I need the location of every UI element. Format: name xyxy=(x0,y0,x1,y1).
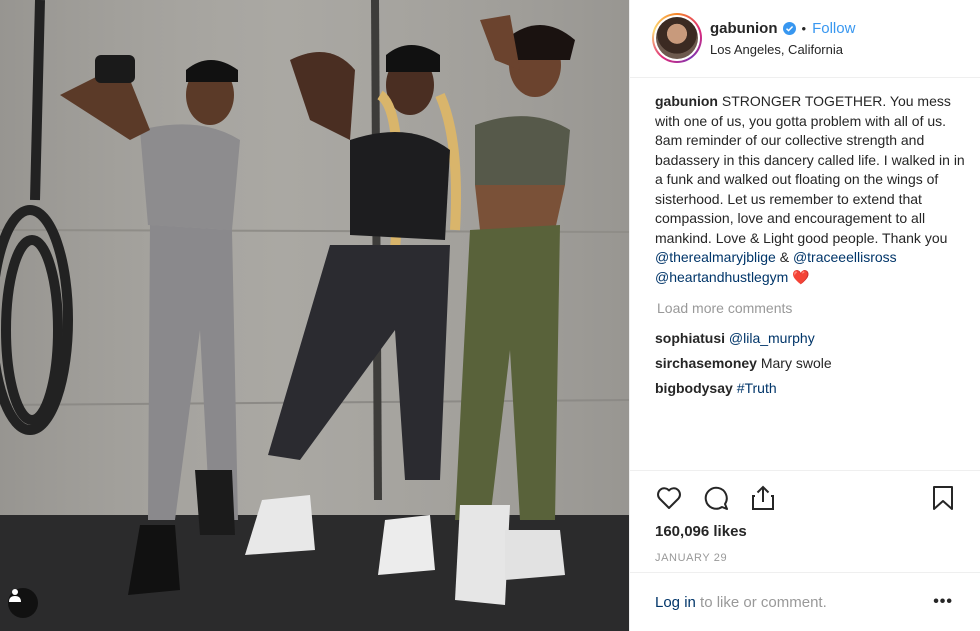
caption-username[interactable]: gabunion xyxy=(655,93,718,109)
location-link[interactable]: Los Angeles, California xyxy=(710,42,843,57)
user-tag-icon[interactable] xyxy=(8,588,38,618)
caption-amp: & xyxy=(775,249,793,265)
caption-text: STRONGER TOGETHER. You mess with one of … xyxy=(655,93,965,246)
mention-link[interactable]: @traceeellisross xyxy=(793,249,897,265)
person-glyph xyxy=(9,589,21,602)
comment-text[interactable]: #Truth xyxy=(737,380,777,396)
mention-link[interactable]: @therealmaryjblige xyxy=(655,249,776,265)
username-link[interactable]: gabunion xyxy=(710,20,778,37)
caption: gabunion STRONGER TOGETHER. You mess wit… xyxy=(655,92,965,287)
share-icon[interactable] xyxy=(749,484,777,512)
comment-username[interactable]: bigbodysay xyxy=(655,380,733,396)
follow-button[interactable]: Follow xyxy=(812,20,855,37)
more-options-button[interactable]: ••• xyxy=(933,593,953,611)
separator-dot: • xyxy=(801,21,807,36)
comment-text: Mary swole xyxy=(760,355,832,371)
login-link[interactable]: Log in xyxy=(655,594,696,611)
action-icons xyxy=(655,484,796,512)
post-photo[interactable] xyxy=(0,0,629,631)
photo-illustration xyxy=(0,0,629,631)
comment-item: sophiatusi @lila_murphy xyxy=(655,330,965,346)
avatar[interactable] xyxy=(652,13,702,63)
comment-item: bigbodysay #Truth xyxy=(655,380,965,396)
verified-badge-icon xyxy=(782,22,796,35)
bookmark-icon[interactable] xyxy=(930,484,956,512)
login-text: to like or comment. xyxy=(695,594,827,611)
comment-text[interactable]: @lila_murphy xyxy=(729,330,815,346)
heart-icon[interactable] xyxy=(655,484,683,512)
mention-link[interactable]: @heartandhustlegym xyxy=(655,269,788,285)
comments-section: gabunion STRONGER TOGETHER. You mess wit… xyxy=(655,92,965,396)
comment-username[interactable]: sirchasemoney xyxy=(655,355,757,371)
post-date: JANUARY 29 xyxy=(655,552,728,564)
post-side-panel: gabunion • Follow Los Angeles, Californi… xyxy=(629,0,980,631)
likes-count[interactable]: 160,096 likes xyxy=(655,523,747,540)
username-row: gabunion • Follow xyxy=(710,20,855,37)
post-header: gabunion • Follow Los Angeles, Californi… xyxy=(630,0,980,78)
login-row: Log in to like or comment. ••• xyxy=(630,572,980,631)
login-prompt: Log in to like or comment. xyxy=(655,594,827,611)
comment-icon[interactable] xyxy=(702,484,730,512)
actions-section: 160,096 likes JANUARY 29 Log in to like … xyxy=(630,470,980,631)
heart-emoji: ❤️ xyxy=(788,268,810,285)
load-more-comments-button[interactable]: Load more comments xyxy=(655,300,965,316)
comment-item: sirchasemoney Mary swole xyxy=(655,355,965,371)
comment-username[interactable]: sophiatusi xyxy=(655,330,725,346)
